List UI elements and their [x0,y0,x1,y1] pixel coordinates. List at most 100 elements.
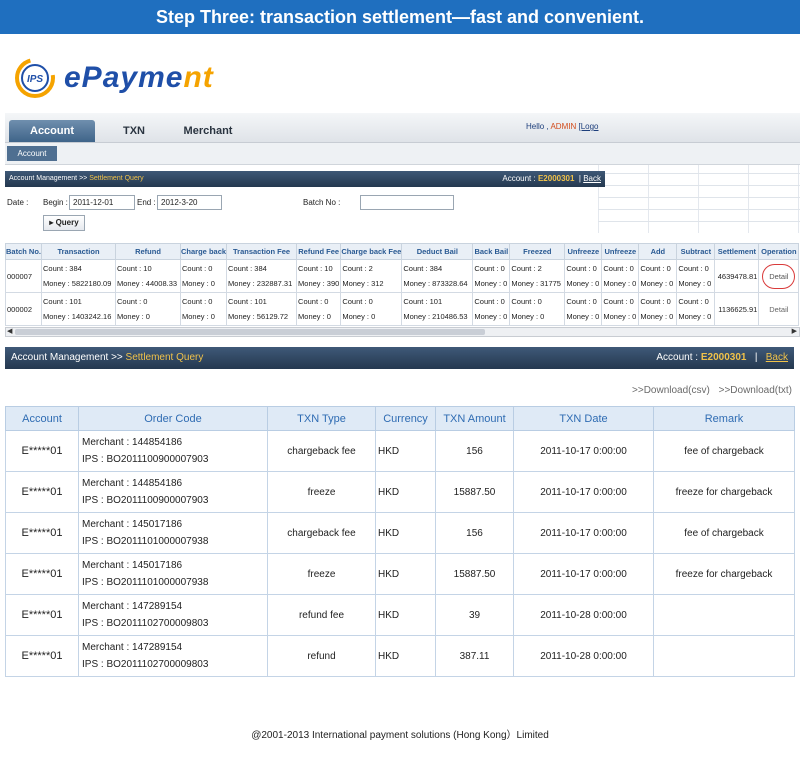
count-text: Count : 101 [228,297,267,306]
table-row: E*****01 Merchant : 147289154 IPS : BO2011… [5,594,795,636]
currency-cell: HKD [375,553,436,595]
txn-type-cell: chargeback fee [267,430,376,472]
tab-account[interactable]: Account [9,120,95,142]
count-text: Count : 2 [511,264,542,273]
remark-cell: freeze for chargeback [653,553,795,595]
ips-order-text: IPS : BO2011100900007903 [82,454,209,465]
order-code-cell: Merchant : 147289154 IPS : BO201110270000… [78,635,268,677]
download-txt-link[interactable]: >>Download(txt) [719,385,792,396]
count-money-cell: Count : 0 Money : 0 [601,292,640,326]
settlement-col-header: Transaction [41,243,117,260]
settlement-col-header: Charge back [180,243,228,260]
currency-cell: HKD [375,635,436,677]
money-text: Money : 0 [117,312,150,321]
settlement-col-header: Freezed [509,243,566,260]
count-money-cell: Count : 0 Money : 0 [180,259,228,293]
txn-date-cell: 2011-10-28 0:00:00 [513,635,654,677]
count-text: Count : 101 [43,297,82,306]
count-money-cell: Count : 0 Money : 0 [472,292,511,326]
money-text: Money : 0 [678,312,712,321]
settlement-col-header: Subtract [676,243,716,260]
count-text: Count : 0 [678,264,709,273]
money-text: Money : 0 [566,312,600,321]
count-money-cell: Count : 0 Money : 0 [638,292,678,326]
account-cell: E*****01 [5,553,79,595]
settlement-col-header: Transaction Fee [226,243,298,260]
count-text: Count : 101 [403,297,443,306]
count-text: Count : 0 [566,297,597,306]
money-text: Money : 0 [474,279,508,288]
scroll-right-icon[interactable]: ▶ [792,328,797,336]
horizontal-scrollbar[interactable]: ◀ ▶ [5,327,800,337]
currency-cell: HKD [375,430,436,472]
table-row: E*****01 Merchant : 144854186 IPS : BO2011… [5,471,795,513]
money-text: Money : 0 [603,279,637,288]
settlement-col-header: Refund [115,243,182,260]
transaction-detail-table: Account Order Code TXN Type Currency TXN Amo… [5,406,795,677]
filter-bar: Date : Begin : 2011-12-01 End : 2012-3-2… [5,193,605,233]
remark-cell: fee of chargeback [653,512,795,554]
ips-order-text: IPS : BO2011102700009803 [82,659,209,670]
money-text: Money : 312 [342,279,384,288]
begin-date-input[interactable]: 2011-12-01 [69,195,135,210]
end-date-input[interactable]: 2012-3-20 [157,195,222,210]
money-text: Money : 0 [640,279,674,288]
txn-amount-cell: 156 [435,430,514,472]
detail-link[interactable]: Detail [762,263,796,289]
count-money-cell: Count : 101 Money : 210486.53 [401,292,474,326]
ips-logo-icon: IPS [12,55,58,101]
batch-no-input[interactable] [360,195,454,210]
ips-order-text: IPS : BO2011102700009803 [82,618,209,629]
txn-date-cell: 2011-10-17 0:00:00 [513,553,654,595]
ips-order-text: IPS : BO2011100900007903 [82,495,209,506]
query-button[interactable]: ▸ Query [43,215,85,231]
order-code-cell: Merchant : 145017186 IPS : BO201110100000… [78,553,268,595]
count-text: Count : 0 [117,297,148,306]
tab-merchant[interactable]: Merchant [173,120,243,142]
count-money-cell: Count : 0 Money : 0 [564,259,603,293]
download-csv-link[interactable]: >>Download(csv) [632,385,710,396]
tab-txn[interactable]: TXN [109,120,159,142]
logo-mark-text: IPS [27,74,43,85]
account-cell: E*****01 [5,594,79,636]
settlement-col-header: Refund Fee [296,243,342,260]
count-money-cell: Count : 0 Money : 0 [564,292,603,326]
money-text: Money : 0 [342,312,376,321]
txn-type-cell: chargeback fee [267,512,376,554]
merchant-order-text: Merchant : 144854186 [82,478,183,489]
money-text: Money : 0 [603,312,637,321]
settlement-col-header: Add [638,243,678,260]
scroll-thumb[interactable] [15,329,485,335]
detail-col-header: Remark [653,406,795,431]
settlement-col-header: Unfreeze [564,243,603,260]
count-money-cell: Count : 0 Money : 0 [676,259,716,293]
count-text: Count : 10 [117,264,152,273]
detail-back-link[interactable]: Back [766,352,788,363]
count-money-cell: Count : 0 Money : 0 [509,292,566,326]
settlement-query-screenshot: Account TXN Merchant Hello , ADMIN [Logo… [5,113,800,340]
remark-cell [653,594,795,636]
remark-cell: freeze for chargeback [653,471,795,513]
settlement-row: 000002 Count : 101 Money : 1403242.16 Count… [5,292,800,326]
count-money-cell: Count : 101 Money : 56129.72 [226,292,298,326]
back-link[interactable]: Back [583,174,601,183]
detail-link[interactable]: Detail [769,305,788,314]
scroll-left-icon[interactable]: ◀ [7,328,12,336]
money-text: Money : 0 [474,312,508,321]
account-cell: E*****01 [5,635,79,677]
count-money-cell: Count : 384 Money : 232887.31 [226,259,298,293]
settlement-cell: 4639478.81 [714,259,760,293]
count-money-cell: Count : 0 Money : 0 [340,292,403,326]
count-text: Count : 0 [603,297,634,306]
subtab-account[interactable]: Account [7,146,57,161]
date-label: Date : [7,198,29,207]
batch-no-cell: 000007 [5,259,43,293]
count-text: Count : 0 [566,264,597,273]
detail-col-header: TXN Amount [435,406,514,431]
logout-link[interactable]: [Logo [578,122,598,131]
count-money-cell: Count : 0 Money : 0 [676,292,716,326]
money-text: Money : 56129.72 [228,312,289,321]
user-name: ADMIN [550,122,577,131]
settlement-col-header: Unfreeze [601,243,640,260]
ips-order-text: IPS : BO2011101000007938 [82,536,209,547]
